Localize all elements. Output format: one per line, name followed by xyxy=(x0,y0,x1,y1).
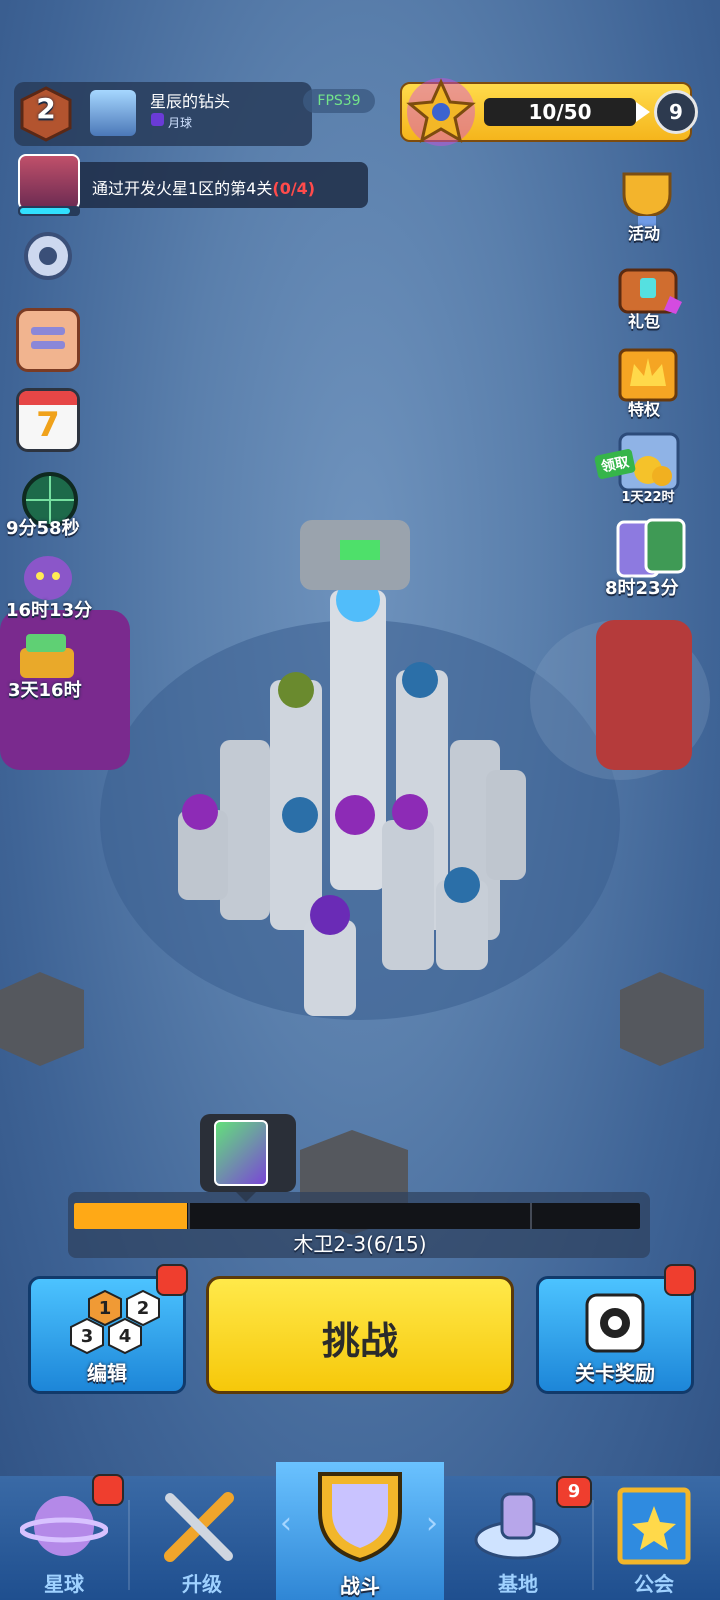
xp-value: 10/50 xyxy=(528,100,592,124)
nav-item-battle[interactable]: ‹ › 战斗 xyxy=(276,1462,444,1600)
gift-label: 礼包 xyxy=(627,312,660,331)
cards-timer: 8时23分 xyxy=(605,578,679,599)
base-badge-count: 9 xyxy=(556,1476,592,1508)
hero-avatar[interactable] xyxy=(18,154,80,210)
next-level-number: 9 xyxy=(654,90,698,134)
nav-label-base: 基地 xyxy=(498,1572,538,1596)
hex-tile-label: 2 xyxy=(137,1298,150,1319)
privilege-label: 特权 xyxy=(627,400,660,419)
nav-item-upgrade[interactable]: 升级 xyxy=(130,1476,274,1600)
progress-divider xyxy=(188,1203,190,1229)
activity-label: 活动 xyxy=(627,224,660,243)
planet-notification-badge xyxy=(92,1474,124,1506)
stage-reward-label: 关卡奖励 xyxy=(575,1361,655,1385)
moon-icon xyxy=(151,113,164,126)
edit-notification-badge xyxy=(156,1264,188,1296)
hex-tiles-icon: 1 2 3 4 xyxy=(70,1289,160,1355)
quest-text: 通过开发火星1区的第4关(0/4) xyxy=(92,175,315,199)
nav-label-planet: 星球 xyxy=(44,1572,84,1596)
shop-basket-icon[interactable] xyxy=(16,630,78,680)
xp-arrow-icon xyxy=(636,102,650,122)
star-rank-icon xyxy=(406,78,476,146)
reward-camera-icon xyxy=(585,1293,645,1353)
reward-card-icon xyxy=(214,1120,268,1186)
nav-label-upgrade: 升级 xyxy=(182,1572,222,1596)
challenge-label: 挑战 xyxy=(321,1319,398,1363)
edit-label: 编辑 xyxy=(87,1361,127,1385)
quest-progress: (0/4) xyxy=(272,179,316,198)
claim-timer: 1天22时 xyxy=(621,490,675,505)
hero-progress-fill xyxy=(20,208,70,214)
hex-tile-label: 3 xyxy=(81,1326,94,1347)
fps-counter: FPS39 xyxy=(303,89,375,113)
nav-right-chevron-icon: › xyxy=(426,1506,438,1541)
player-avatar[interactable] xyxy=(90,90,136,136)
player-name: 星辰的钻头 xyxy=(150,92,231,111)
calendar-day: 7 xyxy=(36,405,60,445)
reward-notification-badge xyxy=(664,1264,696,1296)
calendar-icon[interactable]: 7 xyxy=(16,388,80,452)
base-station-icon xyxy=(474,1492,562,1560)
shop-timer: 3天16时 xyxy=(8,680,82,701)
quest-description: 通过开发火星1区的第4关 xyxy=(92,179,273,198)
stage-label: 木卫2-3(6/15) xyxy=(293,1232,427,1256)
location-label: 月球 xyxy=(168,116,193,130)
nav-left-chevron-icon: ‹ xyxy=(280,1506,292,1541)
shield-icon xyxy=(318,1472,402,1563)
hex-tile-label: 1 xyxy=(99,1298,112,1319)
progress-divider xyxy=(530,1203,532,1229)
monster-timer: 16时13分 xyxy=(6,600,93,621)
hex-tile-label: 4 xyxy=(119,1326,132,1347)
nav-item-guild[interactable]: 公会 xyxy=(594,1476,720,1600)
nav-label-battle: 战斗 xyxy=(340,1574,380,1598)
nav-label-guild: 公会 xyxy=(634,1572,674,1596)
radar-timer: 9分58秒 xyxy=(6,518,80,539)
hero-cards-icon[interactable] xyxy=(610,516,688,580)
player-level: 2 xyxy=(36,92,56,125)
game-scene[interactable]: 2 星辰的钻头 月球 FPS39 10/50 9 通过开发火星1区的第4关(0/… xyxy=(0,0,720,1600)
tools-icon xyxy=(164,1492,234,1562)
stage-progress-fill xyxy=(74,1203,187,1229)
guild-banner-icon xyxy=(617,1487,691,1565)
settings-gear-icon[interactable] xyxy=(18,226,78,286)
tasks-clipboard-icon[interactable] xyxy=(16,308,80,372)
